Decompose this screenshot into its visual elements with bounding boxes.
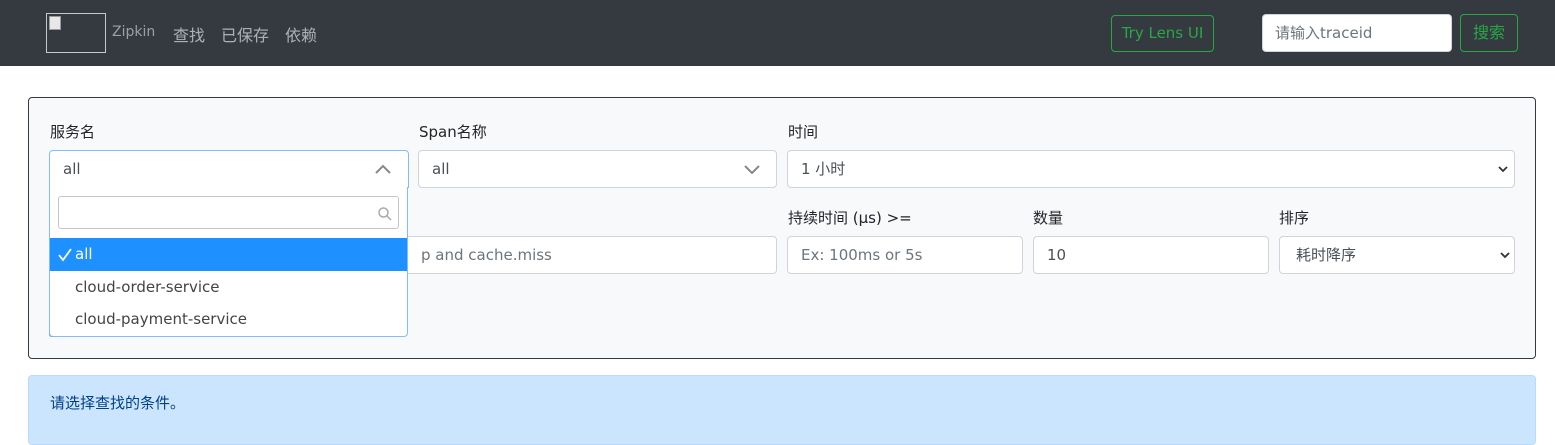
sort-value: 耗时降序 bbox=[1296, 246, 1357, 264]
broken-image-icon bbox=[49, 16, 61, 30]
nav-link-find[interactable]: 查找 bbox=[173, 22, 205, 46]
span-name-label: Span名称 bbox=[419, 123, 487, 141]
service-name-select[interactable]: all bbox=[49, 150, 409, 188]
nav-link-dependencies[interactable]: 依赖 bbox=[285, 22, 317, 46]
zipkin-logo-image[interactable] bbox=[46, 13, 106, 53]
annotation-query-placeholder: p and cache.miss bbox=[421, 246, 552, 264]
time-label: 时间 bbox=[788, 123, 819, 141]
checkmark-icon bbox=[58, 248, 72, 262]
span-name-select[interactable]: all bbox=[418, 150, 777, 188]
time-range-select[interactable]: 1 小时 bbox=[787, 150, 1515, 188]
service-name-dropdown: all cloud-order-service cloud-payment-se… bbox=[49, 187, 408, 337]
brand-name[interactable]: Zipkin bbox=[112, 24, 155, 40]
dropdown-option-all[interactable]: all bbox=[50, 238, 407, 271]
alert-message: 请选择查找的条件。 bbox=[50, 394, 186, 412]
limit-value: 10 bbox=[1047, 246, 1067, 264]
dropdown-option-label: cloud-order-service bbox=[75, 278, 220, 296]
info-alert: 请选择查找的条件。 bbox=[28, 375, 1536, 445]
chevron-down-icon bbox=[744, 165, 760, 175]
chevron-up-icon bbox=[375, 164, 391, 174]
duration-label: 持续时间 (μs) >= bbox=[788, 209, 912, 227]
dropdown-option-cloud-payment-service[interactable]: cloud-payment-service bbox=[50, 303, 407, 336]
service-name-value: all bbox=[63, 160, 81, 178]
traceid-input[interactable] bbox=[1262, 14, 1452, 52]
nav-link-saved[interactable]: 已保存 bbox=[221, 22, 269, 46]
limit-input[interactable]: 10 bbox=[1033, 236, 1269, 274]
span-name-value: all bbox=[432, 160, 450, 178]
limit-label: 数量 bbox=[1033, 209, 1064, 227]
sort-label: 排序 bbox=[1279, 209, 1310, 227]
service-name-label: 服务名 bbox=[50, 123, 96, 141]
sort-select[interactable]: 耗时降序 bbox=[1279, 236, 1515, 274]
dropdown-option-cloud-order-service[interactable]: cloud-order-service bbox=[50, 271, 407, 304]
try-lens-ui-button[interactable]: Try Lens UI bbox=[1111, 15, 1214, 52]
search-icon bbox=[378, 207, 392, 221]
search-button[interactable]: 搜索 bbox=[1460, 14, 1518, 52]
dropdown-option-label: all bbox=[75, 245, 93, 263]
dropdown-option-label: cloud-payment-service bbox=[75, 310, 247, 328]
dropdown-search-input[interactable] bbox=[58, 196, 399, 229]
duration-placeholder: Ex: 100ms or 5s bbox=[801, 246, 923, 264]
select-caret-icon bbox=[1498, 166, 1508, 173]
time-range-value: 1 小时 bbox=[801, 160, 846, 178]
duration-input[interactable]: Ex: 100ms or 5s bbox=[787, 236, 1023, 274]
top-navbar: Zipkin 查找 已保存 依赖 Try Lens UI 搜索 bbox=[0, 0, 1555, 66]
select-caret-icon bbox=[1500, 252, 1510, 259]
